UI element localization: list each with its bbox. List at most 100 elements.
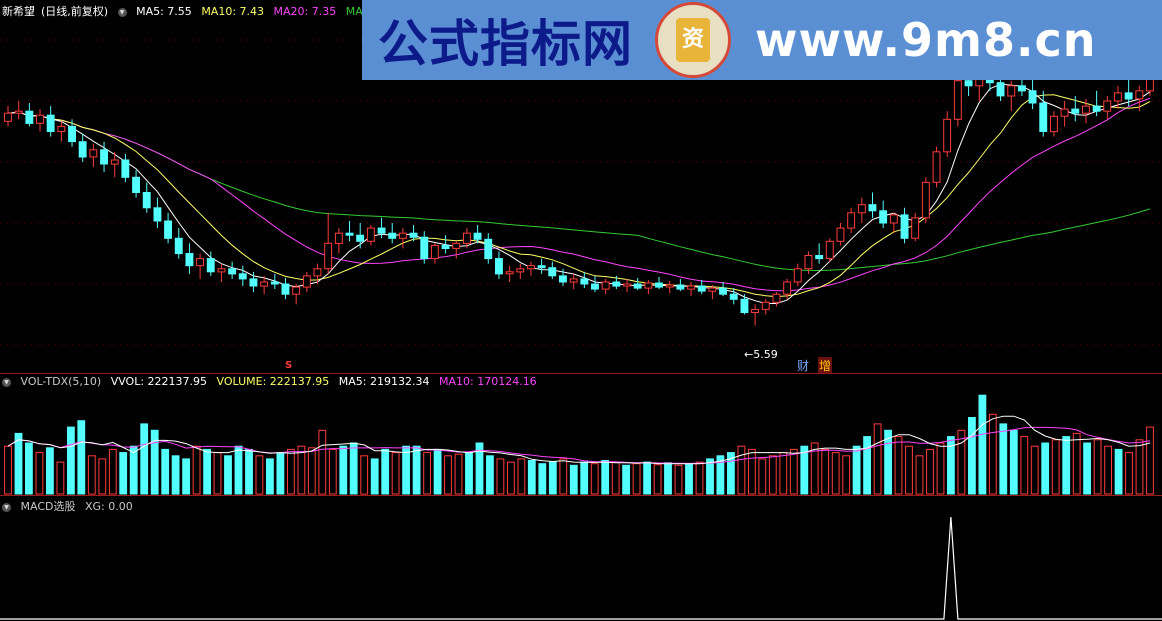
pane-divider-2[interactable]	[0, 495, 1162, 496]
candle-up	[324, 242, 333, 270]
candle-down	[1124, 92, 1133, 100]
volume-bar-up	[590, 463, 599, 495]
volume-bar-down	[601, 460, 610, 495]
candle-down	[900, 214, 909, 239]
volume-bar-down	[433, 448, 442, 495]
volume-bar-up	[87, 455, 96, 495]
volume-bar-down	[171, 455, 180, 495]
volume-bar-down	[412, 445, 421, 495]
candle-up	[1103, 100, 1112, 112]
volume-bar-up	[454, 453, 463, 495]
volume-bar-down	[349, 442, 358, 495]
volume-bar-up	[632, 463, 641, 495]
candle-down	[121, 159, 130, 178]
candle-up	[217, 268, 226, 273]
macd-legend: ▼ MACD选股 XG: 0.00	[2, 498, 139, 514]
candle-up	[516, 268, 525, 273]
macd-indicator-name: MACD选股	[20, 500, 76, 513]
candle-down	[441, 244, 450, 249]
volume-bar-up	[779, 452, 788, 495]
macd-chart-pane[interactable]: ▼ MACD选股 XG: 0.00	[0, 497, 1162, 621]
stock-name: 新希望	[2, 5, 35, 18]
candle-up	[687, 285, 695, 290]
increase-badge[interactable]: 增	[818, 357, 833, 374]
candle-up	[1082, 105, 1090, 114]
candle-up	[953, 80, 962, 120]
candle-up	[921, 181, 930, 219]
volume-bar-down	[25, 442, 33, 495]
macd-signal-chart[interactable]	[0, 497, 1162, 621]
volume-bar-up	[695, 461, 704, 495]
candle-down	[420, 236, 429, 260]
volume-bar-up	[4, 445, 12, 495]
candle-down	[164, 220, 173, 239]
volume-bar-down	[706, 458, 714, 495]
volume-bar-down	[276, 452, 285, 495]
candle-up	[793, 268, 802, 283]
volume-settings-chevron-icon[interactable]: ▼	[2, 377, 11, 387]
candle-up	[1060, 108, 1069, 117]
finance-badge[interactable]: 财	[797, 357, 809, 374]
candle-down	[270, 281, 279, 285]
candle-up	[932, 151, 941, 183]
candle-up	[943, 118, 952, 153]
volume-bar-up	[842, 455, 851, 495]
candle-up	[804, 255, 813, 270]
volume-bar-down	[1009, 429, 1018, 495]
volume-indicator-name: VOL-TDX(5,10)	[20, 375, 102, 388]
vol-ma10-value: MA10: 170124.16	[438, 375, 537, 388]
ma5-label: MA5: 7.55	[136, 5, 192, 18]
candle-down	[537, 265, 546, 269]
candle-up	[783, 281, 792, 295]
candle-down	[1018, 85, 1026, 92]
volume-bar-up	[1020, 436, 1029, 495]
candle-up	[196, 258, 205, 267]
volume-bar-up	[391, 452, 400, 495]
candle-down	[729, 293, 738, 300]
volume-bar-down	[852, 445, 861, 495]
candle-up	[644, 282, 653, 289]
candle-up	[260, 281, 269, 287]
volume-bar-down	[569, 464, 578, 495]
candle-down	[25, 110, 34, 124]
candle-down	[655, 282, 663, 288]
volume-bar-up	[517, 458, 526, 495]
candle-down	[484, 238, 493, 260]
candle-up	[110, 159, 119, 165]
candle-up	[36, 114, 44, 124]
volume-bar-down	[161, 448, 170, 495]
volume-bar-down	[77, 420, 86, 495]
volume-bar-up	[821, 448, 830, 495]
candle-down	[719, 287, 727, 295]
candle-down	[633, 283, 642, 289]
candle-up	[857, 204, 866, 214]
volume-chart[interactable]	[0, 374, 1162, 495]
volume-bar-down	[978, 394, 987, 495]
ma10-line	[7, 94, 1151, 298]
volume-bar-down	[622, 464, 631, 495]
volume-bar-up	[873, 423, 882, 495]
candle-up	[14, 110, 23, 114]
candle-down	[1092, 105, 1101, 112]
candle-up	[889, 214, 898, 224]
settings-chevron-icon[interactable]: ▼	[117, 7, 127, 17]
volume-bar-up	[758, 458, 767, 495]
vvol-value: VVOL: 222137.95	[110, 375, 208, 388]
volume-bar-up	[611, 461, 620, 495]
candle-up	[569, 278, 578, 283]
volume-bar-down	[129, 445, 138, 495]
volume-bar-down	[643, 461, 652, 495]
watermark-logo-char: 资	[676, 18, 710, 62]
candle-up	[623, 283, 631, 287]
volume-bar-up	[213, 452, 222, 495]
volume-bar-down	[14, 432, 23, 495]
candle-up	[772, 293, 781, 303]
macd-settings-chevron-icon[interactable]: ▼	[2, 502, 11, 512]
candle-down	[964, 80, 973, 87]
candle-down	[1039, 102, 1048, 132]
volume-bar-up	[1030, 445, 1039, 495]
candle-up	[334, 232, 343, 244]
volume-chart-pane[interactable]: ▼ VOL-TDX(5,10) VVOL: 222137.95 VOLUME: …	[0, 374, 1162, 495]
candle-up	[398, 232, 407, 239]
volume-bar-down	[538, 463, 547, 495]
